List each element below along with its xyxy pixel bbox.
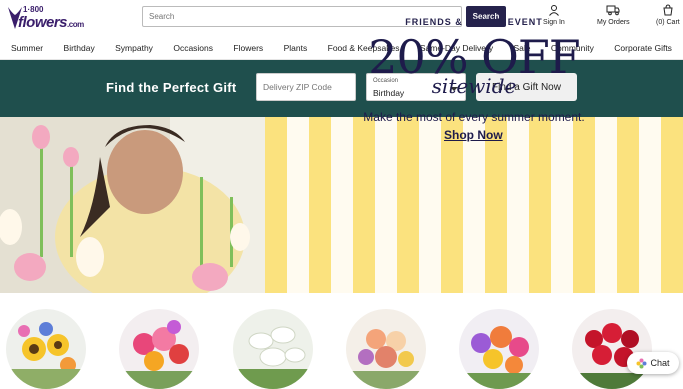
- striped-backdrop: [265, 117, 683, 293]
- bouquet-sunflower[interactable]: [6, 309, 86, 389]
- peach-roses-bouquet-image: [346, 329, 426, 389]
- florist-photo: [0, 117, 265, 293]
- bouquet-peach-roses[interactable]: [346, 309, 426, 389]
- chat-label: Chat: [650, 358, 670, 368]
- bouquet-pink-roses[interactable]: [119, 309, 199, 389]
- florist-photo-art: [0, 117, 265, 293]
- promo-script: sitewide: [431, 74, 517, 98]
- flower-chat-icon: [636, 358, 647, 368]
- nav-item-flowers[interactable]: Flowers: [233, 43, 263, 53]
- nav-item-occasions[interactable]: Occasions: [173, 43, 213, 53]
- chat-button[interactable]: Chat: [627, 352, 679, 374]
- logo-number: 1·800: [23, 5, 44, 14]
- featured-bouquets: [0, 293, 683, 389]
- bouquet-white-lilies[interactable]: [233, 309, 313, 389]
- red-roses-bouquet-image: [572, 323, 652, 389]
- cart-icon: [663, 4, 673, 16]
- promo-banner[interactable]: [0, 117, 683, 293]
- sunflower-bouquet-image: [6, 322, 86, 389]
- nav-item-summer[interactable]: Summer: [11, 43, 43, 53]
- promo-kicker: FRIENDS & FAMILY EVENT: [405, 17, 543, 27]
- white-lilies-bouquet-image: [233, 326, 313, 389]
- nav-item-birthday[interactable]: Birthday: [64, 43, 95, 53]
- promo-subline: Make the most of every summer moment.: [363, 110, 585, 124]
- shop-now-link[interactable]: Shop Now: [444, 128, 503, 142]
- user-icon: [549, 5, 559, 16]
- brand-logo[interactable]: 1·800 flowers.com: [5, 3, 85, 33]
- bouquet-bright-mix[interactable]: [459, 309, 539, 389]
- gift-finder-title: Find the Perfect Gift: [106, 80, 237, 95]
- bouquet-red-roses[interactable]: [572, 309, 652, 389]
- truck-icon: [606, 5, 620, 16]
- pink-roses-bouquet-image: [119, 320, 199, 389]
- logo-wordmark: flowers.com: [18, 14, 84, 31]
- bright-mix-bouquet-image: [459, 326, 539, 389]
- nav-item-sympathy[interactable]: Sympathy: [115, 43, 153, 53]
